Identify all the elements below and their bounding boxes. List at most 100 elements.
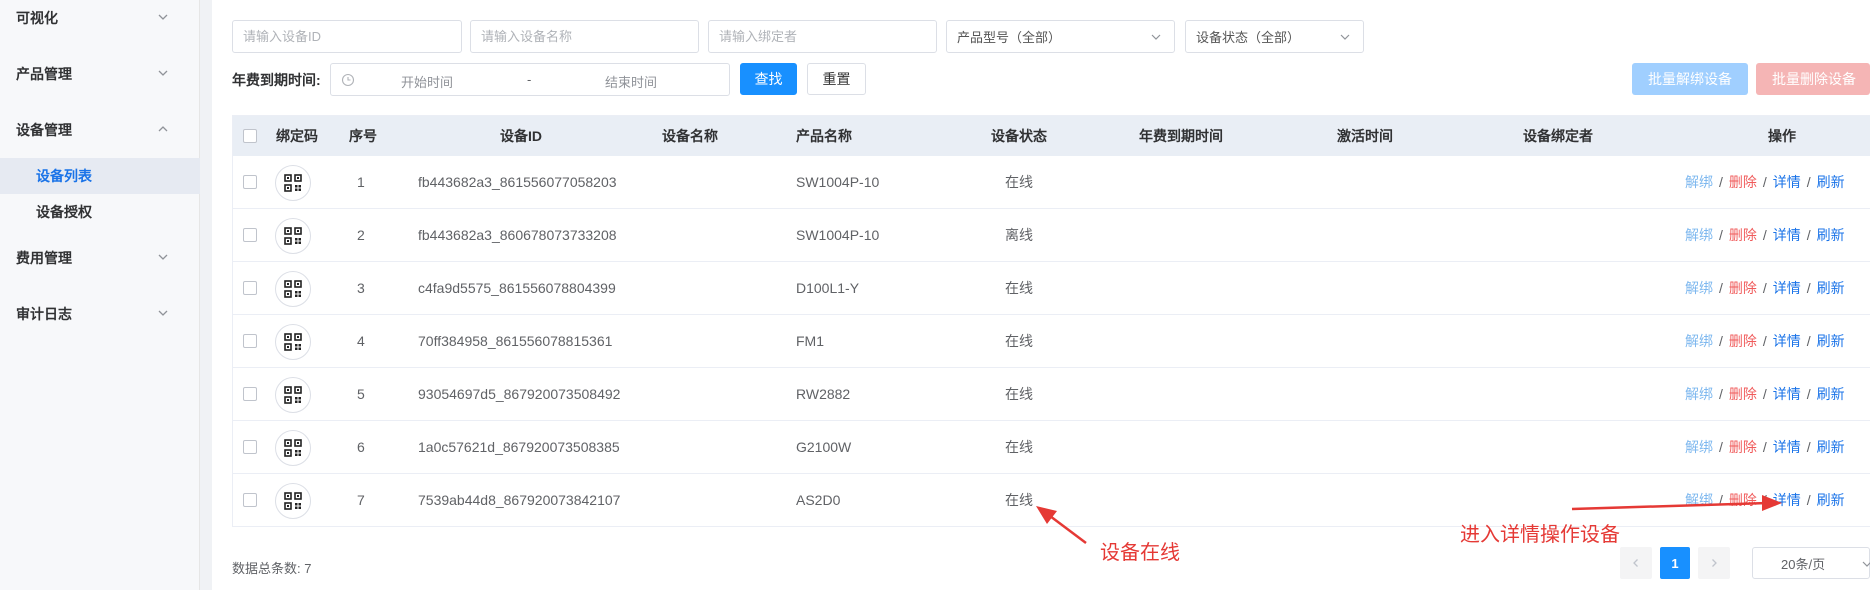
expiry-label: 年费到期时间: bbox=[232, 72, 321, 88]
row-checkbox[interactable] bbox=[243, 281, 257, 295]
page-number-button[interactable]: 1 bbox=[1660, 547, 1690, 579]
sidebar-item-device-list[interactable]: 设备列表 bbox=[0, 158, 200, 194]
unbind-link[interactable]: 解绑 bbox=[1685, 174, 1713, 190]
batch-delete-button[interactable]: 批量删除设备 bbox=[1756, 63, 1870, 95]
sidebar-item-device-auth[interactable]: 设备授权 bbox=[0, 194, 200, 230]
unbind-link[interactable]: 解绑 bbox=[1685, 227, 1713, 243]
refresh-link[interactable]: 刷新 bbox=[1817, 439, 1845, 455]
action-separator: / bbox=[1806, 174, 1811, 190]
next-page-button[interactable] bbox=[1698, 547, 1730, 579]
date-range-picker[interactable]: 开始时间 - 结束时间 bbox=[330, 63, 730, 96]
chevron-down-icon bbox=[158, 310, 168, 316]
row-checkbox[interactable] bbox=[243, 334, 257, 348]
refresh-link[interactable]: 刷新 bbox=[1817, 174, 1845, 190]
cell-index: 7 bbox=[357, 492, 365, 508]
qr-code-button[interactable] bbox=[275, 430, 311, 466]
total-count: 数据总条数: 7 bbox=[232, 561, 312, 576]
cell-status: 在线 bbox=[1005, 386, 1033, 402]
product-model-select[interactable]: 产品型号（全部） bbox=[946, 20, 1175, 53]
qr-code-icon bbox=[284, 492, 302, 510]
qr-code-icon bbox=[284, 439, 302, 457]
action-separator: / bbox=[1762, 174, 1767, 190]
sidebar-item-billing[interactable]: 费用管理 bbox=[0, 238, 200, 278]
action-separator: / bbox=[1719, 492, 1723, 508]
delete-link[interactable]: 删除 bbox=[1729, 386, 1757, 402]
unbind-link[interactable]: 解绑 bbox=[1685, 492, 1713, 508]
delete-link[interactable]: 删除 bbox=[1729, 280, 1757, 296]
action-separator: / bbox=[1762, 227, 1767, 243]
action-separator: / bbox=[1719, 227, 1723, 243]
sidebar-item-label: 产品管理 bbox=[16, 66, 72, 82]
row-checkbox[interactable] bbox=[243, 175, 257, 189]
action-separator: / bbox=[1719, 280, 1723, 296]
device-id-input[interactable] bbox=[232, 20, 462, 53]
sidebar: 可视化 产品管理 设备管理 设备列表 设备授权 费用管理 审计日志 bbox=[0, 0, 200, 590]
qr-code-button[interactable] bbox=[275, 165, 311, 201]
prev-page-button[interactable] bbox=[1620, 547, 1652, 579]
reset-button[interactable]: 重置 bbox=[807, 63, 866, 95]
cell-product-name: AS2D0 bbox=[796, 492, 841, 508]
delete-link[interactable]: 删除 bbox=[1729, 333, 1757, 349]
annotation-online-text: 设备在线 bbox=[1100, 542, 1180, 564]
row-checkbox[interactable] bbox=[243, 228, 257, 242]
delete-link[interactable]: 删除 bbox=[1729, 227, 1757, 243]
row-checkbox[interactable] bbox=[243, 440, 257, 454]
detail-link[interactable]: 详情 bbox=[1773, 174, 1801, 190]
detail-link[interactable]: 详情 bbox=[1773, 333, 1801, 349]
unbind-link[interactable]: 解绑 bbox=[1685, 386, 1713, 402]
refresh-link[interactable]: 刷新 bbox=[1817, 492, 1845, 508]
sidebar-item-audit-log[interactable]: 审计日志 bbox=[0, 294, 200, 334]
delete-link[interactable]: 删除 bbox=[1729, 439, 1757, 455]
unbind-link[interactable]: 解绑 bbox=[1685, 439, 1713, 455]
sidebar-item-devices[interactable]: 设备管理 bbox=[0, 110, 200, 150]
refresh-link[interactable]: 刷新 bbox=[1817, 333, 1845, 349]
qr-code-button[interactable] bbox=[275, 377, 311, 413]
action-separator: / bbox=[1806, 386, 1811, 402]
cell-status: 在线 bbox=[1005, 492, 1033, 508]
cell-device-id: 7539ab44d8_867920073842107 bbox=[418, 492, 621, 508]
cell-index: 6 bbox=[357, 439, 365, 455]
chevron-down-icon bbox=[1340, 34, 1350, 40]
qr-code-button[interactable] bbox=[275, 483, 311, 519]
batch-unbind-button[interactable]: 批量解绑设备 bbox=[1632, 63, 1748, 95]
cell-device-id: fb443682a3_861556077058203 bbox=[418, 174, 617, 190]
refresh-link[interactable]: 刷新 bbox=[1817, 227, 1845, 243]
qr-code-button[interactable] bbox=[275, 271, 311, 307]
chevron-right-icon bbox=[1712, 559, 1717, 567]
chevron-down-icon bbox=[1151, 34, 1161, 40]
end-date-placeholder[interactable]: 结束时间 bbox=[605, 72, 657, 91]
detail-link[interactable]: 详情 bbox=[1773, 227, 1801, 243]
row-actions: 解绑 / 删除 / 详情 / 刷新 bbox=[1685, 209, 1845, 262]
qr-code-button[interactable] bbox=[275, 324, 311, 360]
cell-product-name: D100L1-Y bbox=[796, 280, 860, 296]
delete-link[interactable]: 删除 bbox=[1729, 174, 1757, 190]
detail-link[interactable]: 详情 bbox=[1773, 386, 1801, 402]
row-actions: 解绑 / 删除 / 详情 / 刷新 bbox=[1685, 315, 1845, 368]
action-separator: / bbox=[1762, 280, 1767, 296]
detail-link[interactable]: 详情 bbox=[1773, 280, 1801, 296]
qr-code-button[interactable] bbox=[275, 218, 311, 254]
refresh-link[interactable]: 刷新 bbox=[1817, 386, 1845, 402]
page-size-select[interactable]: 20条/页 bbox=[1752, 547, 1870, 579]
qr-code-icon bbox=[284, 333, 302, 351]
refresh-link[interactable]: 刷新 bbox=[1817, 280, 1845, 296]
detail-link[interactable]: 详情 bbox=[1773, 492, 1801, 508]
binder-input[interactable] bbox=[708, 20, 937, 53]
sidebar-item-products[interactable]: 产品管理 bbox=[0, 54, 200, 94]
search-button[interactable]: 查找 bbox=[740, 63, 797, 95]
select-all-checkbox[interactable] bbox=[243, 129, 257, 143]
delete-link[interactable]: 删除 bbox=[1729, 492, 1757, 508]
unbind-link[interactable]: 解绑 bbox=[1685, 333, 1713, 349]
row-checkbox[interactable] bbox=[243, 387, 257, 401]
action-separator: / bbox=[1762, 439, 1767, 455]
detail-link[interactable]: 详情 bbox=[1773, 439, 1801, 455]
sidebar-item-visualization[interactable]: 可视化 bbox=[0, 0, 200, 38]
device-status-select[interactable]: 设备状态（全部） bbox=[1185, 20, 1364, 53]
start-date-placeholder[interactable]: 开始时间 bbox=[401, 72, 453, 91]
device-name-input[interactable] bbox=[470, 20, 699, 53]
action-separator: / bbox=[1806, 333, 1811, 349]
action-separator: / bbox=[1762, 386, 1767, 402]
unbind-link[interactable]: 解绑 bbox=[1685, 280, 1713, 296]
row-checkbox[interactable] bbox=[243, 493, 257, 507]
cell-product-name: G2100W bbox=[796, 439, 852, 455]
